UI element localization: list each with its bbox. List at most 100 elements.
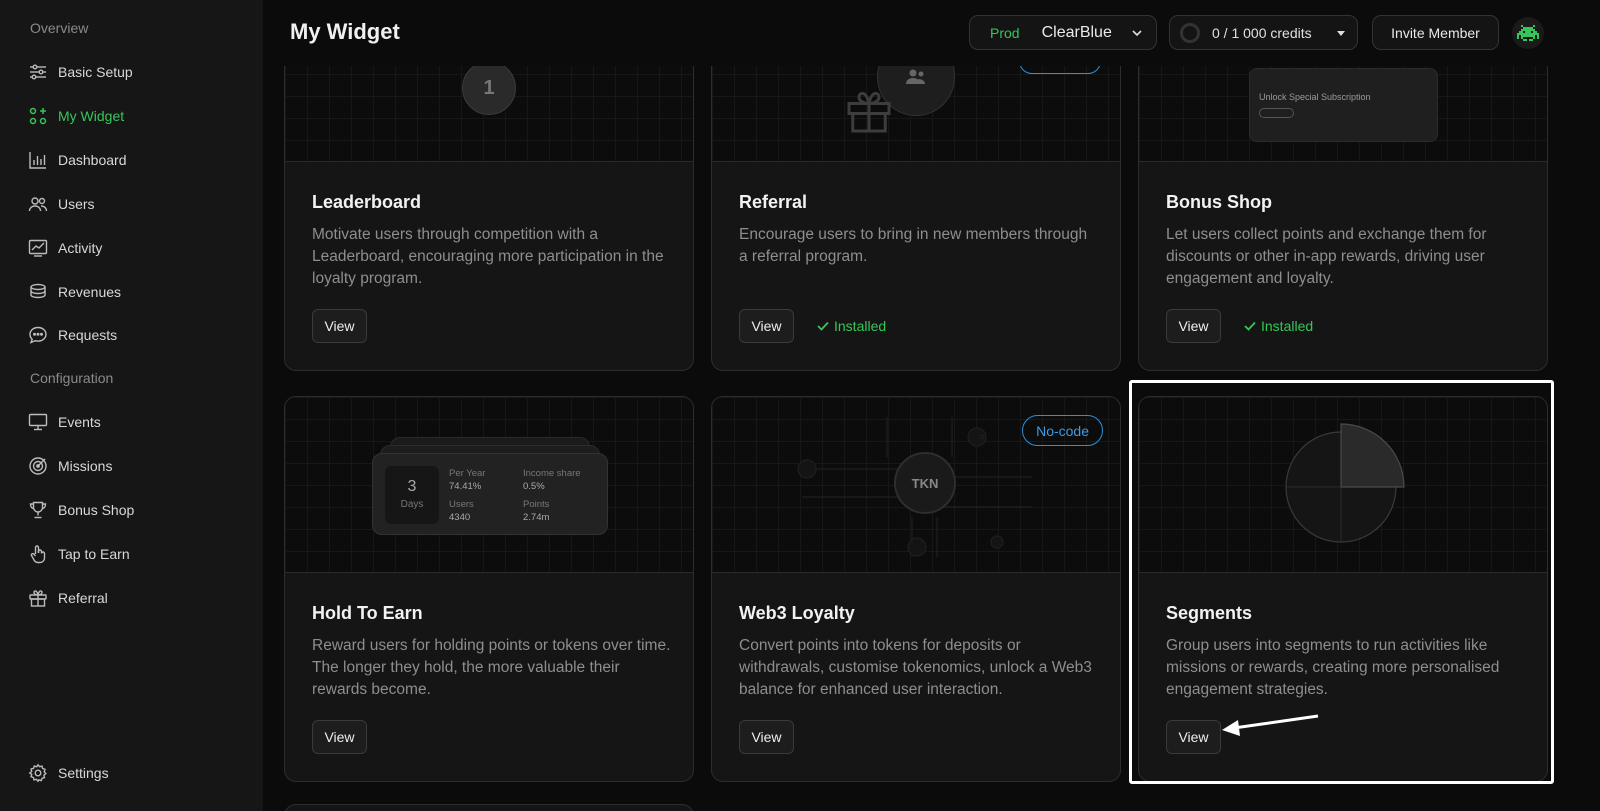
caret-down-icon [1337,30,1345,36]
highlight-frame [1129,380,1554,784]
subscription-preview: Unlock Special Subscription [1249,68,1438,142]
arrow-icon [1222,714,1319,736]
sidebar-item-label: Settings [58,765,109,781]
sidebar: Overview Basic Setup My Widget Dashboard… [0,0,263,811]
token-coin: TKN [894,452,956,514]
sidebar-item-dashboard[interactable]: Dashboard [28,148,127,172]
card-web3-loyalty: TKN No-code Web3 Loyalty Convert points … [711,396,1121,782]
sidebar-item-label: Missions [58,458,113,474]
view-button[interactable]: View [312,309,367,343]
chat-bubble-icon [29,326,47,344]
avatar[interactable] [1512,17,1544,49]
bar-chart-icon [29,152,46,169]
sidebar-section-overview: Overview [30,20,89,36]
sidebar-item-referral[interactable]: Referral [28,586,108,610]
sidebar-item-label: Activity [58,240,103,256]
sidebar-item-tap-to-earn[interactable]: Tap to Earn [28,542,130,566]
sidebar-item-label: Referral [58,590,108,606]
invite-member-button[interactable]: Invite Member [1372,15,1499,50]
card-title: Bonus Shop [1166,192,1272,212]
mini-button [1259,108,1294,118]
stats-panel: 3 Days Per Year 74.41% Users 4340 Income… [372,453,608,535]
card-description: Let users collect points and exchange th… [1166,226,1487,287]
sidebar-item-activity[interactable]: Activity [28,236,102,260]
sidebar-item-my-widget[interactable]: My Widget [28,104,124,128]
sidebar-item-bonus-shop[interactable]: Bonus Shop [28,498,134,522]
subscription-text: Unlock Special Subscription [1259,92,1371,102]
card-title: Leaderboard [312,192,422,212]
project-selector[interactable]: Prod ClearBlue [969,15,1157,50]
no-code-badge: No-code [1022,415,1103,446]
gift-icon [847,91,891,133]
view-button[interactable]: View [1166,309,1221,343]
hold-to-earn-illustration: 3 Days Per Year 74.41% Users 4340 Income… [285,397,693,573]
users-icon [28,197,48,212]
sidebar-item-label: My Widget [58,108,125,124]
sidebar-item-label: Requests [58,327,118,343]
chevron-down-icon [1132,29,1142,36]
target-icon [29,457,47,475]
installed-status: Installed [1243,318,1313,334]
installed-label: Installed [834,318,887,334]
card-hold-to-earn: 3 Days Per Year 74.41% Users 4340 Income… [284,396,694,782]
space-invader-icon [1517,25,1539,41]
installed-status: Installed [816,318,886,334]
card-description: Reward users for holding points or token… [312,637,671,698]
sidebar-item-settings[interactable]: Settings [28,761,109,785]
days-number: 3 [407,478,417,495]
sidebar-item-missions[interactable]: Missions [28,454,112,478]
card-partial-next-row [284,804,694,811]
credits-dropdown[interactable]: 0 / 1 000 credits [1169,15,1358,50]
trophy-icon [29,501,47,519]
points-value: 2.74m [523,512,550,523]
card-description: Encourage users to bring in new members … [739,226,1088,265]
card-title: Web3 Loyalty [739,603,855,623]
per-year-value: 74.41% [449,481,482,492]
view-button[interactable]: View [739,720,794,754]
per-year-label: Per Year [449,468,486,479]
coins-icon [30,283,46,299]
check-icon [817,321,829,331]
card-description: Convert points into tokens for deposits … [739,637,1092,698]
users-label: Users [449,499,474,510]
sidebar-item-basic-setup[interactable]: Basic Setup [28,60,133,84]
sidebar-item-label: Users [58,196,95,212]
sidebar-item-label: Events [58,414,101,430]
card-title: Hold To Earn [312,603,423,623]
activity-chart-icon [28,239,48,257]
sidebar-item-events[interactable]: Events [28,410,101,434]
page-title: My Widget [290,19,400,44]
tap-hand-icon [30,545,46,564]
income-value: 0.5% [523,481,545,492]
gift-icon [29,590,47,607]
sidebar-item-label: Tap to Earn [58,546,130,562]
main-content: My Widget Prod ClearBlue 0 / 1 000 credi… [263,0,1600,811]
users-icon [906,69,925,84]
check-icon [1244,321,1256,331]
card-description: Motivate users through competition with … [312,226,664,287]
points-label: Points [523,499,550,510]
credits-ring-icon [1180,22,1200,43]
sidebar-item-label: Dashboard [58,152,127,168]
days-label: Days [400,499,424,510]
income-label: Income share [523,468,581,479]
env-label: Prod [990,24,1020,41]
sidebar-item-requests[interactable]: Requests [28,323,117,347]
users-value: 4340 [449,512,471,523]
sidebar-item-revenues[interactable]: Revenues [28,280,121,304]
days-box: 3 Days [385,466,439,524]
sidebar-item-label: Basic Setup [58,64,133,80]
gear-icon [28,763,47,783]
sliders-icon [30,64,46,80]
sidebar-item-users[interactable]: Users [28,192,95,216]
rank-badge: 1 [462,61,516,115]
project-name: ClearBlue [1041,23,1112,41]
view-button[interactable]: View [739,309,794,343]
sidebar-item-label: Revenues [58,284,122,300]
monitor-icon [28,413,48,431]
sidebar-section-configuration: Configuration [30,370,114,386]
card-title: Referral [739,192,808,212]
top-header: My Widget Prod ClearBlue 0 / 1 000 credi… [263,0,1600,66]
view-button[interactable]: View [312,720,367,754]
credits-text: 0 / 1 000 credits [1212,24,1312,41]
